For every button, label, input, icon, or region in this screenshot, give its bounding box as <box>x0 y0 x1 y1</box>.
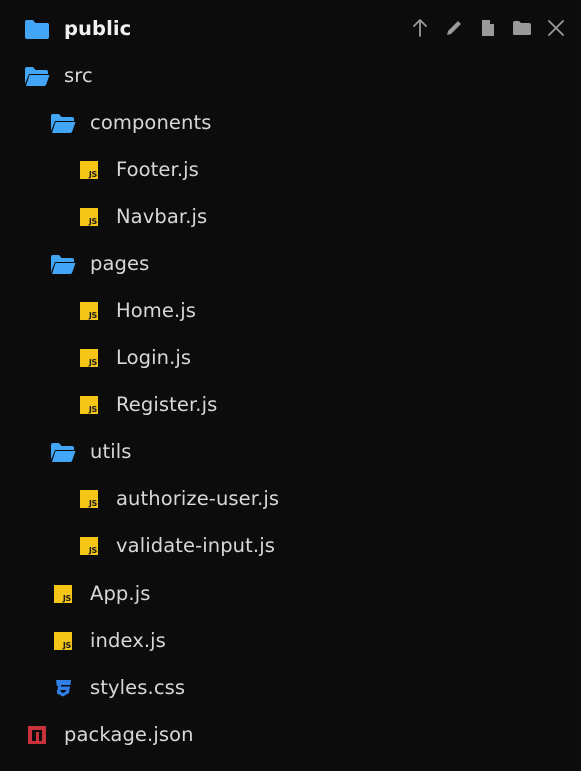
npm-icon <box>24 723 50 747</box>
tree-item-label: components <box>90 111 212 134</box>
js-badge-text: JS <box>88 216 97 226</box>
file-explorer-panel: public src components JS Footer.js JS Na… <box>0 0 581 771</box>
folder-open-icon <box>50 440 76 464</box>
tree-item-components[interactable]: components <box>0 99 581 146</box>
tree-item-label: Navbar.js <box>116 205 208 228</box>
tree-item-label: src <box>64 64 93 87</box>
tree-item-utils[interactable]: utils <box>0 428 581 475</box>
close-icon[interactable] <box>541 13 571 43</box>
js-file-icon: JS <box>76 393 102 417</box>
js-badge-text: JS <box>88 169 97 179</box>
js-file-icon: JS <box>76 158 102 182</box>
tree-item-label: authorize-user.js <box>116 487 280 510</box>
js-file-icon: JS <box>76 534 102 558</box>
tree-item-package-json[interactable]: package.json <box>0 711 581 758</box>
folder-open-icon <box>50 252 76 276</box>
tree-item-label: Register.js <box>116 393 218 416</box>
js-file-icon: JS <box>76 205 102 229</box>
tree-item-label: Home.js <box>116 299 197 322</box>
js-file-icon: JS <box>76 346 102 370</box>
tree-item-login-js[interactable]: JS Login.js <box>0 334 581 381</box>
tree-item-label: public <box>64 17 132 40</box>
tree-item-label: App.js <box>90 582 151 605</box>
tree-item-authorize-user-js[interactable]: JS authorize-user.js <box>0 475 581 522</box>
js-badge-text: JS <box>88 404 97 414</box>
tree-item-label: Footer.js <box>116 158 199 181</box>
arrow-up-icon[interactable] <box>405 13 435 43</box>
tree-item-pages[interactable]: pages <box>0 240 581 287</box>
tree-item-src[interactable]: src <box>0 52 581 99</box>
js-badge-text: JS <box>88 310 97 320</box>
tree-item-index-js[interactable]: JS index.js <box>0 617 581 664</box>
folder-open-icon <box>50 111 76 135</box>
tree-item-label: Login.js <box>116 346 192 369</box>
js-badge-text: JS <box>62 593 71 603</box>
js-file-icon: JS <box>76 487 102 511</box>
tree-item-label: styles.css <box>90 676 186 699</box>
tree-item-label: utils <box>90 440 132 463</box>
tree-item-label: index.js <box>90 629 166 652</box>
tree-item-label: validate-input.js <box>116 534 275 557</box>
css-file-icon <box>50 676 76 700</box>
tree-item-app-js[interactable]: JS App.js <box>0 570 581 617</box>
js-badge-text: JS <box>62 640 71 650</box>
folder-open-icon <box>24 64 50 88</box>
tree-item-label: pages <box>90 252 150 275</box>
js-badge-text: JS <box>88 545 97 555</box>
tree-item-navbar-js[interactable]: JS Navbar.js <box>0 193 581 240</box>
tree-item-label: package.json <box>64 723 194 746</box>
new-file-icon[interactable] <box>473 13 503 43</box>
js-badge-text: JS <box>88 498 97 508</box>
js-file-icon: JS <box>76 299 102 323</box>
tree-item-footer-js[interactable]: JS Footer.js <box>0 146 581 193</box>
new-folder-icon[interactable] <box>507 13 537 43</box>
folder-closed-icon <box>24 17 50 41</box>
pencil-icon[interactable] <box>439 13 469 43</box>
js-badge-text: JS <box>88 357 97 367</box>
js-file-icon: JS <box>50 582 76 606</box>
tree-item-home-js[interactable]: JS Home.js <box>0 287 581 334</box>
tree-item-validate-input-js[interactable]: JS validate-input.js <box>0 522 581 569</box>
tree-item-styles-css[interactable]: styles.css <box>0 664 581 711</box>
js-file-icon: JS <box>50 629 76 653</box>
explorer-toolbar <box>405 10 571 46</box>
tree-item-register-js[interactable]: JS Register.js <box>0 381 581 428</box>
